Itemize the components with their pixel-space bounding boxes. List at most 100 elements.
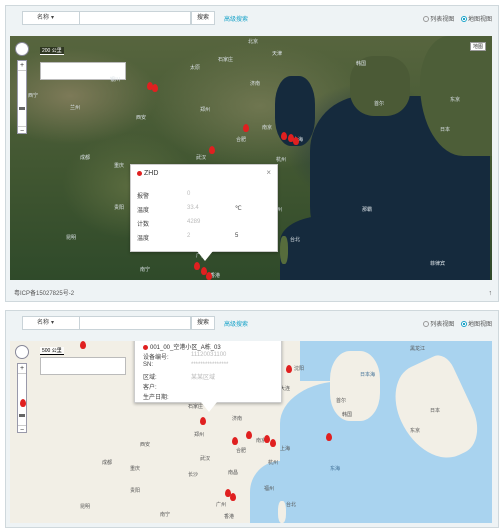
search-field-select[interactable]: 名称 ▾ <box>22 11 80 25</box>
map-label: 济南 <box>232 416 243 422</box>
toolbar: 名称 ▾ 搜索 高级搜索 列表视图 地图视图 <box>6 6 498 30</box>
map-scale: 500 公里 <box>40 347 64 355</box>
popup-row-value: 33.4 <box>187 205 199 211</box>
map-type-button[interactable]: 地图 <box>470 42 487 51</box>
popup-row-value: 4289 <box>187 219 201 225</box>
close-icon[interactable]: × <box>266 168 271 177</box>
chevron-down-icon: ▾ <box>51 320 55 326</box>
map-view-label[interactable]: 地图视图 <box>468 322 492 328</box>
map-label: 太原 <box>190 65 201 71</box>
map-label: 上海 <box>280 446 291 452</box>
toolbar: 名称 ▾ 搜索 高级搜索 列表视图 地图视图 <box>6 311 498 335</box>
device-marker[interactable] <box>206 272 212 280</box>
map-panel-road: 名称▾ 搜索 高级搜索 列表视图 地图视图 + − 500 公里 黑龙江 北京 … <box>5 310 499 528</box>
map-label: 郑州 <box>200 107 211 113</box>
search-input[interactable] <box>79 316 191 330</box>
map-label: 那霸 <box>362 207 373 213</box>
land-korea <box>330 351 380 421</box>
map-label: 长沙 <box>188 472 199 478</box>
device-marker[interactable] <box>246 431 252 439</box>
map-label: 贵阳 <box>114 205 125 211</box>
map-view-radio[interactable] <box>460 16 467 23</box>
device-marker[interactable] <box>243 124 249 132</box>
device-marker[interactable] <box>194 262 200 270</box>
zoom-handle[interactable] <box>19 107 25 110</box>
list-view-label[interactable]: 列表视图 <box>430 17 454 23</box>
map-label: 武汉 <box>196 155 207 161</box>
map-label: 合肥 <box>236 137 247 143</box>
map-label: 台北 <box>286 502 297 508</box>
map-label: 香港 <box>224 514 235 520</box>
popup-row-unit: ℃ <box>235 206 242 212</box>
device-marker[interactable] <box>326 433 332 441</box>
popup-row-value: 0 <box>187 191 191 197</box>
device-marker[interactable] <box>20 399 26 407</box>
map-view-label[interactable]: 地图视图 <box>468 17 492 23</box>
search-field-select[interactable]: 名称 ▾ <box>22 316 80 330</box>
zoom-slider[interactable] <box>18 70 26 127</box>
compass-icon[interactable] <box>15 42 29 56</box>
map-label: 日本 <box>430 408 441 414</box>
map-label: 黑龙江 <box>410 346 426 352</box>
map-view-radio[interactable] <box>460 321 467 328</box>
map-label: 合肥 <box>236 448 247 454</box>
advanced-search-link[interactable]: 高级搜索 <box>224 14 248 23</box>
popup-row-key: 温度 <box>137 236 150 242</box>
popup-row-unit: 5 <box>235 233 239 239</box>
device-marker[interactable] <box>281 132 287 140</box>
device-marker[interactable] <box>230 493 236 501</box>
map-label: 菲律宾 <box>430 261 446 267</box>
device-marker[interactable] <box>80 341 86 349</box>
list-view-label[interactable]: 列表视图 <box>430 322 454 328</box>
zoom-out-button[interactable]: − <box>18 127 26 136</box>
device-popup: ZHD × 报警 0 温度 33.4 ℃ 计数 4289 温度 2 5 <box>130 164 278 261</box>
popup-row-value: 2 <box>187 233 191 239</box>
device-marker[interactable] <box>152 84 158 92</box>
search-button[interactable]: 搜索 <box>191 11 215 25</box>
popup-row-key: 生产日期: <box>143 395 169 401</box>
map-panel-satellite: 名称 ▾ 搜索 高级搜索 列表视图 地图视图 + − 200 公里 地图 西宁 兰… <box>5 5 499 302</box>
map-label: 西安 <box>140 442 151 448</box>
map-label: 东京 <box>450 97 461 103</box>
popup-title: 001_00_空港小区_A栋_03 <box>143 342 221 351</box>
popup-row-value: 某某区域 <box>191 375 216 381</box>
device-marker[interactable] <box>200 417 206 425</box>
zoom-in-button[interactable]: + <box>18 364 26 373</box>
device-popup: 001_00_空港小区_A栋_03 设备编号: 11120031100 SN: … <box>134 341 282 412</box>
zoom-handle[interactable] <box>19 414 25 417</box>
map-label: 韩国 <box>356 61 367 67</box>
map-label: 南昌 <box>228 470 239 476</box>
device-marker[interactable] <box>209 146 215 154</box>
map-label: 昆明 <box>80 504 91 510</box>
zoom-out-button[interactable]: − <box>18 426 26 435</box>
map-label: 西安 <box>136 115 147 121</box>
search-button[interactable]: 搜索 <box>191 316 215 330</box>
popup-title: ZHD <box>137 170 158 177</box>
device-marker[interactable] <box>270 439 276 447</box>
zoom-in-button[interactable]: + <box>18 61 26 70</box>
map-label: 南宁 <box>160 512 171 518</box>
compass-icon[interactable] <box>15 345 29 359</box>
map-label: 重庆 <box>130 466 141 472</box>
map-label: 日本海 <box>360 372 376 378</box>
info-box <box>40 357 126 375</box>
map-label: 北京 <box>248 39 259 45</box>
search-input[interactable] <box>79 11 191 25</box>
list-view-radio[interactable] <box>423 16 430 23</box>
device-marker[interactable] <box>293 137 299 145</box>
satellite-map[interactable]: + − 200 公里 地图 西宁 兰州 银川 太原 北京 天津 石家庄 济南 郑… <box>10 36 492 280</box>
map-label: 杭州 <box>276 157 287 163</box>
arrow-up-icon[interactable]: ↑ <box>489 290 493 297</box>
popup-pointer <box>201 402 217 412</box>
popup-row-key: 温度 <box>137 208 150 214</box>
device-marker[interactable] <box>286 365 292 373</box>
device-marker[interactable] <box>232 437 238 445</box>
list-view-radio[interactable] <box>423 321 430 328</box>
advanced-search-link[interactable]: 高级搜索 <box>224 319 248 328</box>
status-dot-icon <box>137 170 142 176</box>
map-label: 韩国 <box>342 412 353 418</box>
road-map[interactable]: + − 500 公里 黑龙江 北京 天津 石家庄 沈阳 大连 济南 郑州 西安 … <box>10 341 492 523</box>
map-label: 西宁 <box>28 93 39 99</box>
zoom-control: + − <box>17 60 27 136</box>
map-label: 贵阳 <box>130 488 141 494</box>
